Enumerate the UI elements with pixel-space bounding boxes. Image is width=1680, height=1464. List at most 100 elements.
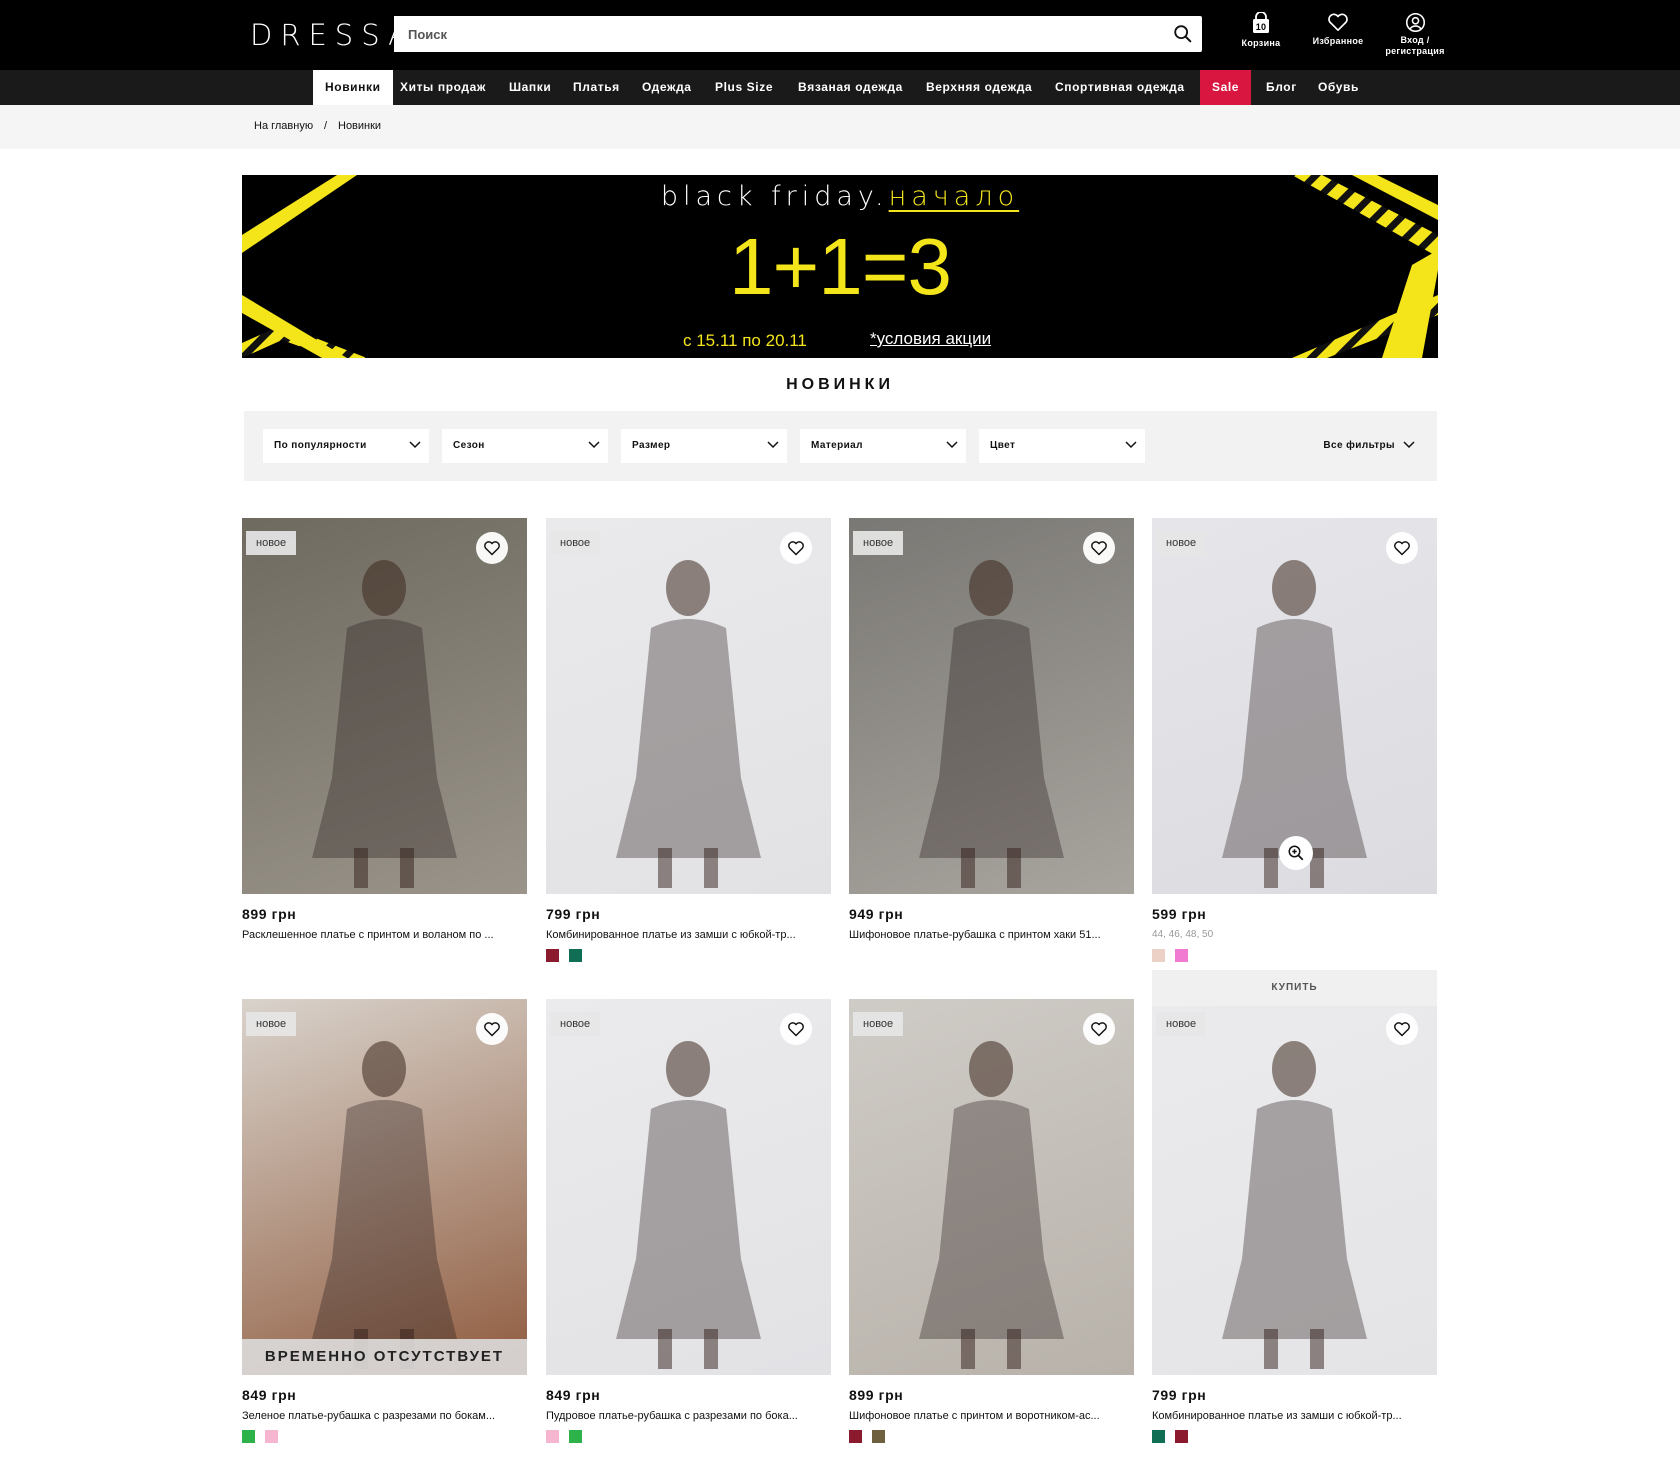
search-box: [394, 16, 1202, 52]
product-price: 599 грн: [1152, 906, 1207, 922]
favorite-button[interactable]: [780, 532, 812, 564]
product-name[interactable]: Комбинированное платье из замши с юбкой-…: [546, 929, 831, 941]
favorite-button[interactable]: [1386, 532, 1418, 564]
product-price: 899 грн: [849, 1387, 904, 1403]
color-swatch[interactable]: [872, 1430, 885, 1443]
new-badge: новое: [1156, 1012, 1207, 1036]
nav-item-8[interactable]: Верхняя одежда: [914, 70, 1044, 105]
color-swatches: [546, 1430, 592, 1443]
chevron-down-icon: [409, 441, 421, 449]
size-label: Размер: [632, 440, 671, 451]
model-silhouette: [616, 1041, 761, 1369]
color-dropdown[interactable]: Цвет: [979, 429, 1145, 463]
color-swatch[interactable]: [1152, 949, 1165, 962]
user-icon: [1405, 12, 1425, 33]
material-dropdown[interactable]: Материал: [800, 429, 966, 463]
color-swatch[interactable]: [1152, 1430, 1165, 1443]
product-image[interactable]: новое: [1152, 999, 1437, 1375]
product-image[interactable]: новое: [546, 518, 831, 894]
heart-icon: [1091, 1022, 1107, 1037]
banner-conditions-link[interactable]: *условия акции: [870, 329, 991, 349]
nav-item-3[interactable]: Шапки: [497, 70, 563, 105]
heart-icon: [1091, 541, 1107, 556]
color-swatch[interactable]: [242, 1430, 255, 1443]
color-swatch[interactable]: [569, 949, 582, 962]
product-price: 949 грн: [849, 906, 904, 922]
chevron-down-icon: [946, 441, 958, 449]
login-button[interactable]: Вход / регистрация: [1380, 12, 1450, 57]
product-name[interactable]: Расклешенное платье с принтом и воланом …: [242, 929, 527, 941]
nav-item-11[interactable]: Блог: [1254, 70, 1309, 105]
nav-item-12[interactable]: Обувь: [1306, 70, 1371, 105]
nav-item-9[interactable]: Спортивная одежда: [1043, 70, 1197, 105]
season-label: Сезон: [453, 440, 485, 451]
color-label: Цвет: [990, 440, 1016, 451]
promo-banner[interactable]: black friday.начало 1+1=3 с 15.11 по 20.…: [242, 175, 1438, 358]
product-sizes: 44, 46, 48, 50: [1152, 929, 1214, 940]
nav-item-6[interactable]: Plus Size: [703, 70, 785, 105]
new-badge: новое: [550, 1012, 601, 1036]
zoom-button[interactable]: [1279, 836, 1313, 870]
sort-label: По популярности: [274, 440, 367, 451]
nav-item-2[interactable]: Хиты продаж: [388, 70, 498, 105]
product-image[interactable]: новое: [1152, 518, 1437, 894]
model-silhouette: [919, 1041, 1064, 1369]
breadcrumb-separator: /: [324, 120, 328, 132]
sort-dropdown[interactable]: По популярности: [263, 429, 429, 463]
favorite-button[interactable]: [1083, 1013, 1115, 1045]
nav-item-4[interactable]: Платья: [561, 70, 632, 105]
product-name[interactable]: Комбинированное платье из замши с юбкой-…: [1152, 1410, 1437, 1422]
chevron-down-icon: [767, 441, 779, 449]
product-price: 849 грн: [546, 1387, 601, 1403]
new-badge: новое: [246, 1012, 297, 1036]
product-image[interactable]: новое: [849, 999, 1134, 1375]
breadcrumb-home[interactable]: На главную: [254, 120, 313, 132]
favorites-button[interactable]: Избранное: [1303, 12, 1373, 47]
product-name[interactable]: Зеленое платье-рубашка с разрезами по бо…: [242, 1410, 527, 1422]
favorite-button[interactable]: [476, 1013, 508, 1045]
favorite-button[interactable]: [476, 532, 508, 564]
season-dropdown[interactable]: Сезон: [442, 429, 608, 463]
product-image[interactable]: новое: [242, 518, 527, 894]
nav-item-1[interactable]: Новинки: [313, 70, 393, 105]
breadcrumb-current: Новинки: [338, 120, 382, 132]
size-dropdown[interactable]: Размер: [621, 429, 787, 463]
heart-icon: [1394, 541, 1410, 556]
product-name[interactable]: Пудровое платье-рубашка с разрезами по б…: [546, 1410, 831, 1422]
color-swatch[interactable]: [1175, 949, 1188, 962]
color-swatch[interactable]: [265, 1430, 278, 1443]
favorites-label: Избранное: [1312, 36, 1364, 46]
favorite-button[interactable]: [1083, 532, 1115, 564]
search-icon[interactable]: [1172, 23, 1194, 45]
product-image[interactable]: новое: [849, 518, 1134, 894]
product-price: 849 грн: [242, 1387, 297, 1403]
cart-label: Корзина: [1241, 38, 1281, 48]
buy-button[interactable]: КУПИТЬ: [1152, 970, 1437, 1006]
search-input[interactable]: [394, 16, 1154, 52]
color-swatch[interactable]: [546, 1430, 559, 1443]
product-image[interactable]: новое ВРЕМЕННО ОТСУТСТВУЕТ: [242, 999, 527, 1375]
top-bar: DRESSA 10 Корзина Избранное Вход / регис…: [0, 0, 1680, 70]
color-swatch[interactable]: [1175, 1430, 1188, 1443]
nav-item-10[interactable]: Sale: [1200, 70, 1252, 105]
new-badge: новое: [1156, 531, 1207, 555]
color-swatch[interactable]: [546, 949, 559, 962]
new-badge: новое: [853, 1012, 904, 1036]
login-label-2: регистрация: [1385, 46, 1445, 56]
favorite-button[interactable]: [1386, 1013, 1418, 1045]
chevron-down-icon: [1125, 441, 1137, 449]
favorite-button[interactable]: [780, 1013, 812, 1045]
color-swatch[interactable]: [569, 1430, 582, 1443]
product-price: 799 грн: [546, 906, 601, 922]
color-swatch[interactable]: [849, 1430, 862, 1443]
nav-item-5[interactable]: Одежда: [630, 70, 704, 105]
nav-item-7[interactable]: Вязаная одежда: [786, 70, 915, 105]
product-name[interactable]: Шифоновое платье с принтом и воротником-…: [849, 1410, 1134, 1422]
all-filters-button[interactable]: Все фильтры: [1323, 440, 1415, 451]
product-image[interactable]: новое: [546, 999, 831, 1375]
model-silhouette: [1222, 1041, 1367, 1369]
zoom-icon: [1288, 845, 1304, 861]
logo[interactable]: DRESSA: [250, 18, 416, 52]
product-name[interactable]: Шифоновое платье-рубашка с принтом хаки …: [849, 929, 1134, 941]
cart-button[interactable]: 10 Корзина: [1226, 12, 1296, 49]
